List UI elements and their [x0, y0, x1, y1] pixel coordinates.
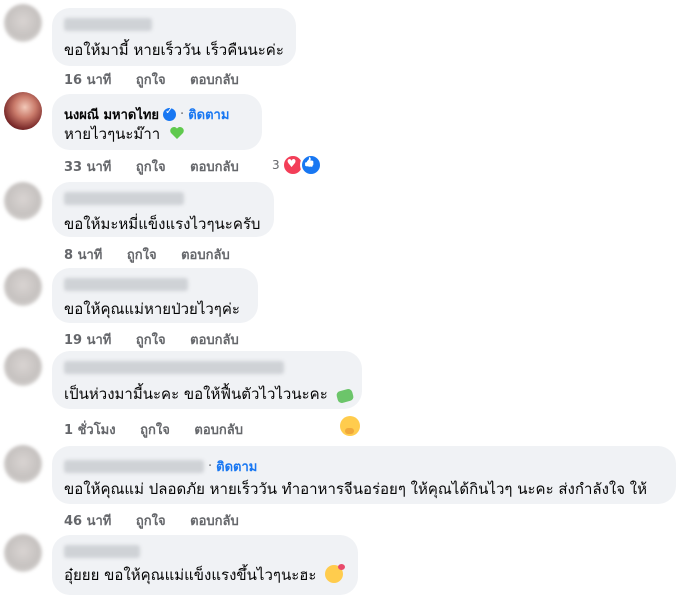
reply-button[interactable]: ตอบกลับ [190, 160, 239, 175]
author-name-redacted[interactable] [64, 545, 140, 558]
reply-button[interactable]: ตอบกลับ [181, 248, 230, 263]
reaction-count: 3 [272, 158, 280, 172]
comment-text: ขอให้คุณแม่หายป่วยไวๆค่ะ [64, 300, 240, 318]
follow-button[interactable]: ติดตาม [188, 104, 229, 125]
comment-time[interactable]: 8 นาที [64, 248, 102, 263]
comment-text: ขอให้มะหมี่แข็งแรงไวๆนะครับ [64, 215, 261, 233]
follow-button[interactable]: ติดตาม [216, 456, 257, 477]
comment-text: เป็นห่วงมามี้นะคะ ขอให้ฟื้นตัวไวไวนะคะ [64, 382, 354, 406]
comment-text: หายไวๆนะม๊าา [64, 122, 185, 146]
reply-button[interactable]: ตอบกลับ [190, 333, 239, 348]
comment-text-content: เป็นห่วงมามี้นะคะ ขอให้ฟื้นตัวไวไวนะคะ [64, 385, 328, 403]
author-name-redacted[interactable] [64, 361, 284, 374]
comment-actions: 33 นาที ถูกใจ ตอบกลับ [64, 156, 259, 177]
comment-bubble: ขอให้มะหมี่แข็งแรงไวๆนะครับ [52, 182, 274, 237]
comment-bubble: · ติดตาม ขอให้คุณแม่ ปลอดภัย หายเร็ววัน … [52, 446, 676, 504]
like-reaction-icon [299, 154, 322, 176]
comment-bubble: นงผณี มหาดไทย · ติดตาม หายไวๆนะม๊าา [52, 94, 262, 150]
avatar[interactable] [4, 445, 42, 483]
author-name-redacted[interactable] [64, 278, 188, 291]
avatar[interactable] [4, 348, 42, 386]
author-name-redacted[interactable] [64, 460, 204, 473]
comment-time[interactable]: 33 นาที [64, 160, 111, 175]
separator: · [180, 107, 185, 122]
care-reaction-icon[interactable] [340, 416, 360, 436]
like-button[interactable]: ถูกใจ [136, 333, 166, 348]
avatar[interactable] [4, 182, 42, 220]
reply-button[interactable]: ตอบกลับ [190, 514, 239, 529]
like-button[interactable]: ถูกใจ [136, 160, 166, 175]
avatar[interactable] [4, 534, 42, 572]
avatar[interactable] [4, 4, 42, 42]
comment-bubble: ขอให้คุณแม่หายป่วยไวๆค่ะ [52, 268, 258, 323]
comment-bubble: ขอให้มามี้ หายเร็ววัน เร็วคืนนะค่ะ [52, 8, 296, 66]
green-heart-icon [170, 127, 184, 139]
comment-actions: 8 นาที ถูกใจ ตอบกลับ [64, 244, 250, 265]
comment-actions: 46 นาที ถูกใจ ตอบกลับ [64, 510, 259, 531]
avatar[interactable] [4, 268, 42, 306]
author-name-redacted[interactable] [64, 192, 184, 205]
verified-badge-icon [163, 106, 177, 121]
reply-button[interactable]: ตอบกลับ [194, 423, 243, 438]
comment-time[interactable]: 19 นาที [64, 333, 111, 348]
money-with-wings-icon [335, 388, 354, 404]
comment-time[interactable]: 1 ชั่วโมง [64, 423, 116, 438]
comment-text: ขอให้มามี้ หายเร็ววัน เร็วคืนนะค่ะ [64, 41, 284, 59]
comment-text: อุ๋ยยย ขอให้คุณแม่แข็งแรงขึ้นไวๆนะฮะ [64, 563, 346, 587]
comment-text-content: หายไวๆนะม๊าา [64, 125, 161, 143]
author-row: · ติดตาม [64, 456, 257, 477]
comment-text-content: อุ๋ยยย ขอให้คุณแม่แข็งแรงขึ้นไวๆนะฮะ [64, 566, 317, 584]
like-button[interactable]: ถูกใจ [127, 248, 157, 263]
reaction-summary[interactable]: 3 [272, 154, 322, 176]
smiling-face-with-hearts-icon [325, 564, 346, 583]
comment-time[interactable]: 16 นาที [64, 73, 111, 88]
comment-actions: 1 ชั่วโมง ถูกใจ ตอบกลับ [64, 419, 263, 440]
like-button[interactable]: ถูกใจ [140, 423, 170, 438]
separator: · [208, 459, 213, 474]
like-button[interactable]: ถูกใจ [136, 73, 166, 88]
comment-actions: 16 นาที ถูกใจ ตอบกลับ [64, 69, 259, 90]
comment-bubble: อุ๋ยยย ขอให้คุณแม่แข็งแรงขึ้นไวๆนะฮะ [52, 535, 358, 595]
avatar[interactable] [4, 92, 42, 130]
comment-bubble: เป็นห่วงมามี้นะคะ ขอให้ฟื้นตัวไวไวนะคะ [52, 351, 362, 409]
like-button[interactable]: ถูกใจ [136, 514, 166, 529]
comment-text: ขอให้คุณแม่ ปลอดภัย หายเร็ววัน ทำอาหารจี… [64, 480, 647, 498]
reply-button[interactable]: ตอบกลับ [190, 73, 239, 88]
comment-time[interactable]: 46 นาที [64, 514, 111, 529]
author-name-redacted[interactable] [64, 18, 152, 31]
comment-actions: 19 นาที ถูกใจ ตอบกลับ [64, 329, 259, 350]
